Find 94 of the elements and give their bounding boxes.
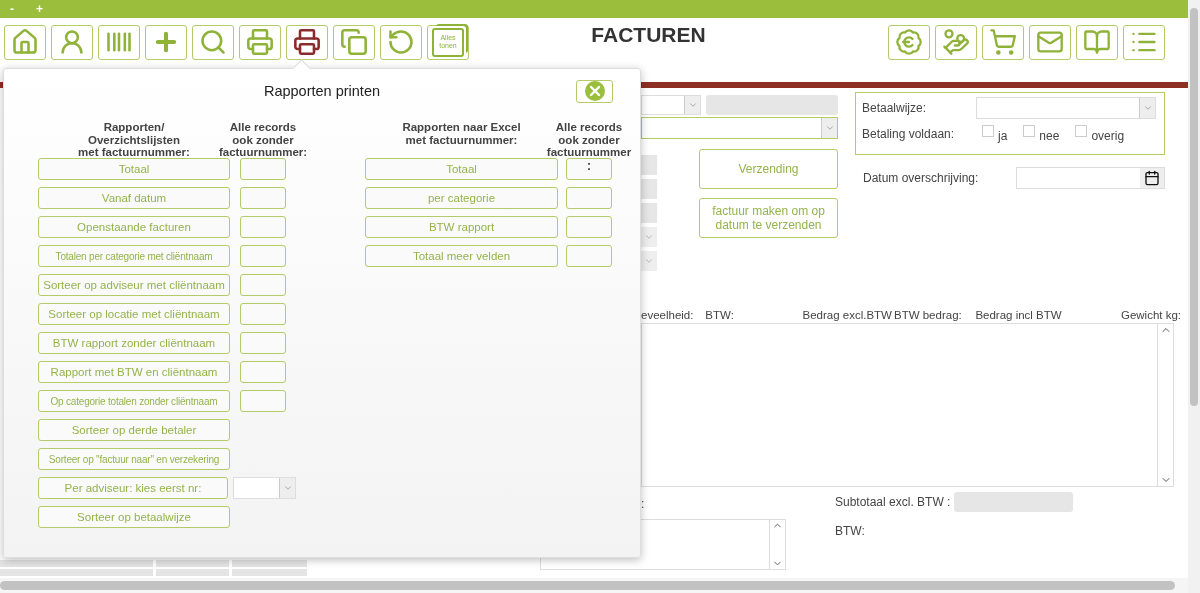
checkbox[interactable]	[1075, 125, 1088, 137]
option-field[interactable]	[240, 274, 286, 296]
field-label: Betaling voldaan:	[862, 127, 956, 141]
option-field[interactable]	[566, 187, 612, 209]
page-title: FACTUREN	[590, 23, 707, 47]
shipping-button[interactable]: Verzending	[699, 149, 838, 189]
option-field[interactable]	[240, 303, 286, 325]
date-field[interactable]	[1016, 167, 1165, 189]
book-icon	[1083, 28, 1111, 56]
report-button[interactable]: Rapport met BTW en cliëntnaam	[38, 361, 230, 383]
report-button[interactable]: BTW rapport	[365, 216, 558, 238]
checkbox-label: overig	[1091, 128, 1125, 143]
field-label: Subtotaal excl. BTW :	[835, 495, 951, 509]
column-heading: BTW bedrag:	[894, 309, 962, 321]
dialog-title: Rapporten printen	[263, 83, 381, 99]
report-button[interactable]: Sorteer op "factuur naar" en verzekering	[38, 448, 230, 470]
field-label: BTW:	[835, 524, 866, 538]
option-field[interactable]	[566, 245, 612, 267]
report-button[interactable]: Sorteer op derde betaler	[38, 419, 230, 441]
toolbar-button[interactable]	[286, 24, 328, 60]
report-button[interactable]: Vanaf datum	[38, 187, 230, 209]
option-field[interactable]: :	[566, 158, 612, 180]
report-button[interactable]: Openstaande facturen	[38, 216, 230, 238]
column-heading: Bedrag excl.BTW	[802, 309, 892, 321]
text-field[interactable]	[641, 155, 657, 175]
option-field[interactable]	[566, 216, 612, 238]
checkbox-label: nee	[1039, 128, 1060, 143]
select-field[interactable]	[233, 477, 296, 499]
hand-money-icon	[942, 28, 970, 56]
column-heading: eveelheid:	[641, 309, 694, 321]
checkbox-label: ja	[998, 128, 1008, 143]
chevron-down-icon	[644, 256, 654, 266]
option-field[interactable]	[240, 187, 286, 209]
option-field[interactable]	[240, 361, 286, 383]
chevron-down-icon	[644, 232, 654, 242]
option-field[interactable]	[240, 216, 286, 238]
report-button[interactable]: Totaal	[365, 158, 558, 180]
select-field[interactable]	[641, 227, 657, 247]
column-heading: Alle records ook zonder factuurnummer:	[217, 121, 309, 158]
printer-icon	[246, 28, 274, 56]
report-button[interactable]: Totalen per categorie met cliëntnaam	[38, 245, 230, 267]
column-heading: Rapporten/ Overzichtslijsten met factuurnummer:	[77, 121, 191, 158]
option-field[interactable]	[240, 158, 286, 180]
report-button[interactable]: Sorteer op locatie met cliëntnaam	[38, 303, 230, 325]
select-field[interactable]	[641, 117, 838, 139]
select-field[interactable]	[976, 97, 1156, 119]
home-icon	[11, 28, 39, 56]
checkbox[interactable]	[982, 125, 994, 137]
close-button[interactable]	[576, 79, 613, 103]
report-button[interactable]: per categorie	[365, 187, 558, 209]
option-field[interactable]	[240, 332, 286, 354]
report-button[interactable]: Totaal	[38, 158, 230, 180]
column-heading: Gewicht kg:	[1120, 309, 1182, 321]
search-icon	[199, 28, 227, 56]
close-icon	[584, 81, 605, 101]
schedule-button[interactable]: factuur maken om op datum te verzenden	[699, 198, 838, 238]
chevron-down-icon	[687, 100, 698, 110]
option-field[interactable]	[240, 245, 286, 267]
chevron-down-icon	[282, 483, 293, 493]
cart-icon	[989, 28, 1017, 56]
field-label: Datum overschrijving:	[863, 171, 979, 185]
window-control[interactable]: +	[36, 3, 43, 15]
pages-icon	[340, 28, 368, 56]
window-control[interactable]: -	[10, 3, 14, 15]
field-label: :	[640, 496, 646, 511]
column-heading: BTW:	[705, 309, 734, 321]
calendar-icon	[1144, 170, 1160, 186]
scrollbar[interactable]	[1190, 8, 1198, 406]
text-field[interactable]	[641, 203, 657, 223]
column-heading: Rapporten naar Excel met factuurnummer:	[401, 121, 522, 148]
select-field[interactable]	[641, 95, 701, 115]
list-field[interactable]	[641, 323, 1174, 487]
report-button[interactable]: Op categorie totalen zonder cliëntnaam	[38, 390, 230, 412]
option-field[interactable]	[240, 390, 286, 412]
report-button[interactable]: Sorteer op adviseur met cliëntnaam	[38, 274, 230, 296]
text-field[interactable]	[641, 179, 657, 199]
chevron-down-icon	[824, 123, 835, 133]
report-button[interactable]: Sorteer op betaalwijze	[38, 506, 230, 528]
text-field[interactable]	[706, 95, 838, 115]
scrollbar[interactable]	[0, 581, 1175, 590]
rotate-icon	[387, 28, 415, 56]
field-label: Betaalwijze:	[862, 101, 928, 115]
person-icon	[58, 28, 86, 56]
chevron-down-icon	[1142, 103, 1153, 113]
column-heading: Bedrag incl BTW	[975, 309, 1062, 321]
checkbox[interactable]	[1023, 125, 1036, 137]
euro-icon	[895, 28, 923, 56]
report-button[interactable]: Totaal meer velden	[365, 245, 558, 267]
report-button[interactable]: BTW rapport zonder cliëntnaam	[38, 332, 230, 354]
printer-icon	[293, 28, 321, 56]
report-button[interactable]: Per adviseur: kies eerst nr:	[38, 477, 228, 499]
select-field[interactable]	[641, 251, 657, 271]
subtotal-field[interactable]	[954, 492, 1074, 512]
column-heading: Alle records ook zonder factuurnummer	[545, 121, 633, 158]
